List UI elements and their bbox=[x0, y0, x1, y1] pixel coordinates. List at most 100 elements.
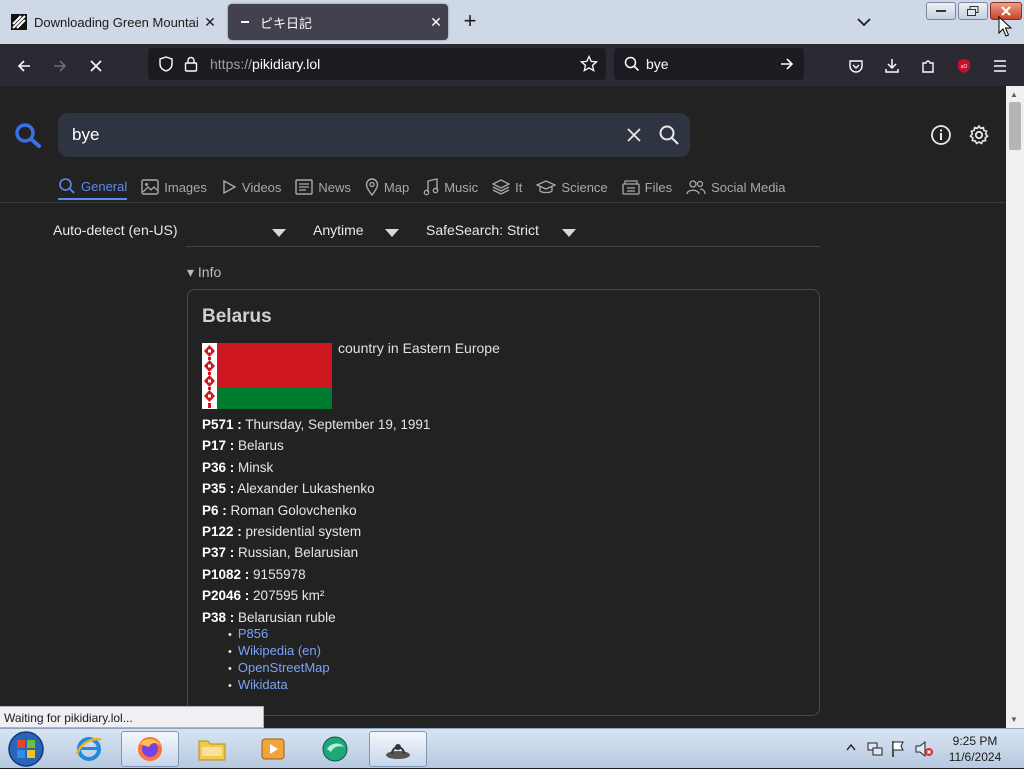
folder-icon bbox=[198, 740, 226, 761]
tab-title: ピキ日記 bbox=[260, 15, 313, 31]
property-row: P37 : Russian, Belarusian bbox=[202, 545, 359, 561]
arrow-right-icon[interactable] bbox=[779, 56, 795, 72]
tab-science[interactable]: Science bbox=[536, 174, 608, 200]
infobox-title: Belarus bbox=[202, 306, 272, 327]
system-clock[interactable]: 9:25 PM 11/6/2024 bbox=[940, 733, 1010, 765]
chevron-down-icon[interactable] bbox=[272, 229, 286, 237]
list-all-tabs-button[interactable] bbox=[850, 8, 878, 36]
flag-icon[interactable] bbox=[890, 740, 906, 758]
scroll-thumb[interactable] bbox=[1009, 102, 1021, 150]
safesearch-select[interactable]: SafeSearch: Strict bbox=[426, 222, 539, 238]
tab-pikidiary[interactable]: ピキ日記 ✕ bbox=[228, 4, 448, 40]
close-icon bbox=[90, 60, 102, 72]
tab-videos[interactable]: Videos bbox=[221, 174, 281, 200]
belarus-flag-image bbox=[202, 343, 332, 409]
restore-button[interactable] bbox=[958, 2, 988, 20]
ublock-shield-icon: uO bbox=[958, 59, 970, 73]
property-row: P38 : Belarusian ruble bbox=[202, 609, 336, 625]
address-bar[interactable]: https://pikidiary.lol bbox=[148, 48, 606, 80]
extensions-button[interactable] bbox=[914, 52, 942, 80]
newspaper-icon bbox=[295, 179, 314, 195]
info-icon[interactable] bbox=[930, 124, 952, 146]
scroll-down-arrow-icon[interactable]: ▼ bbox=[1010, 715, 1018, 724]
tab-social-media[interactable]: Social Media bbox=[686, 174, 786, 200]
category-tabs: General Images Videos News Map Music It bbox=[58, 174, 800, 202]
chevron-down-icon[interactable] bbox=[562, 229, 576, 237]
language-select[interactable]: Auto-detect (en-US) bbox=[53, 222, 178, 238]
new-tab-button[interactable]: + bbox=[456, 8, 484, 36]
downloads-button[interactable] bbox=[878, 52, 906, 80]
network-icon[interactable] bbox=[866, 740, 884, 758]
info-toggle[interactable]: ▾ Info bbox=[187, 264, 221, 281]
shield-icon[interactable] bbox=[158, 56, 174, 72]
clock-time: 9:25 PM bbox=[952, 734, 998, 748]
infobox-properties: P571 : Thursday, September 19, 1991 P17 … bbox=[202, 414, 430, 628]
ublock-button[interactable]: uO bbox=[950, 52, 978, 80]
stop-loading-button[interactable] bbox=[82, 52, 110, 80]
arrow-left-icon bbox=[17, 60, 30, 72]
close-tab-icon[interactable]: ✕ bbox=[198, 14, 222, 31]
clear-search-icon[interactable] bbox=[624, 125, 644, 145]
link-official-website[interactable]: P856 bbox=[238, 626, 268, 641]
search-logo-icon[interactable] bbox=[14, 122, 42, 148]
tab-files[interactable]: Files bbox=[622, 174, 672, 200]
close-tab-icon[interactable]: ✕ bbox=[424, 14, 448, 31]
music-note-icon bbox=[423, 178, 439, 196]
tab-news[interactable]: News bbox=[295, 174, 351, 200]
forward-button[interactable] bbox=[46, 52, 74, 80]
play-icon bbox=[223, 179, 237, 195]
tab-music[interactable]: Music bbox=[423, 174, 478, 200]
browser-search-bar[interactable]: bye bbox=[614, 48, 804, 80]
tab-general[interactable]: General bbox=[58, 174, 128, 200]
download-icon bbox=[885, 59, 899, 73]
tab-map[interactable]: Map bbox=[365, 174, 409, 200]
navigation-toolbar: https://pikidiary.lol bye uO bbox=[0, 44, 1024, 86]
status-bar: Waiting for pikidiary.lol... bbox=[0, 706, 264, 728]
link-wikipedia[interactable]: Wikipedia (en) bbox=[238, 643, 321, 658]
search-icon bbox=[624, 56, 640, 72]
time-range-select[interactable]: Anytime bbox=[313, 222, 364, 238]
search-icon bbox=[59, 178, 75, 194]
start-button[interactable] bbox=[6, 730, 46, 768]
tab-images[interactable]: Images bbox=[141, 174, 207, 200]
tab-it[interactable]: It bbox=[492, 174, 522, 200]
taskbar: 9:25 PM 11/6/2024 bbox=[0, 728, 1024, 768]
back-button[interactable] bbox=[10, 52, 38, 80]
pocket-button[interactable] bbox=[842, 52, 870, 80]
page-scrollbar[interactable]: ▲ ▼ bbox=[1006, 86, 1024, 728]
property-row: P6 : Roman Golovchenko bbox=[202, 502, 357, 518]
list-item: Wikidata bbox=[228, 677, 330, 694]
graduation-cap-icon bbox=[536, 180, 557, 194]
infobox: Belarus country in Eastern Europe P571:… bbox=[187, 289, 820, 716]
chevron-down-icon[interactable] bbox=[385, 229, 399, 237]
taskbar-file-explorer[interactable] bbox=[183, 731, 241, 767]
taskbar-internet-explorer[interactable] bbox=[60, 731, 118, 767]
tab-favicon-icon bbox=[10, 13, 28, 31]
category-divider bbox=[0, 202, 1006, 203]
volume-muted-icon[interactable] bbox=[914, 740, 934, 758]
taskbar-active-window[interactable] bbox=[369, 731, 427, 767]
search-submit-icon[interactable] bbox=[658, 124, 680, 146]
taskbar-app[interactable] bbox=[306, 731, 364, 767]
show-hidden-icons-icon[interactable] bbox=[846, 743, 856, 751]
taskbar-media-player[interactable] bbox=[244, 731, 302, 767]
property-row: P2046 : 207595 km² bbox=[202, 588, 325, 604]
search-input-value: bye bbox=[72, 125, 100, 144]
media-player-icon bbox=[261, 738, 285, 760]
taskbar-firefox[interactable] bbox=[121, 731, 179, 767]
app-menu-button[interactable] bbox=[986, 52, 1014, 80]
link-wikidata[interactable]: Wikidata bbox=[238, 677, 288, 692]
tab-strip: Downloading Green Mountain ✕ ピキ日記 ✕ + bbox=[0, 0, 1024, 44]
loading-favicon-icon bbox=[236, 13, 254, 31]
search-input[interactable]: bye bbox=[58, 113, 690, 157]
minimize-button[interactable] bbox=[926, 2, 956, 20]
tab-downloading[interactable]: Downloading Green Mountain ✕ bbox=[2, 4, 222, 40]
property-row: P571 : Thursday, September 19, 1991 bbox=[202, 417, 431, 432]
link-openstreetmap[interactable]: OpenStreetMap bbox=[238, 660, 330, 675]
svg-text:uO: uO bbox=[961, 64, 968, 70]
gear-icon[interactable] bbox=[968, 124, 990, 146]
scroll-up-arrow-icon[interactable]: ▲ bbox=[1010, 90, 1018, 99]
lock-icon[interactable] bbox=[184, 56, 198, 72]
tab-title: Downloading Green Mountain bbox=[34, 14, 198, 30]
star-icon[interactable] bbox=[580, 55, 598, 73]
